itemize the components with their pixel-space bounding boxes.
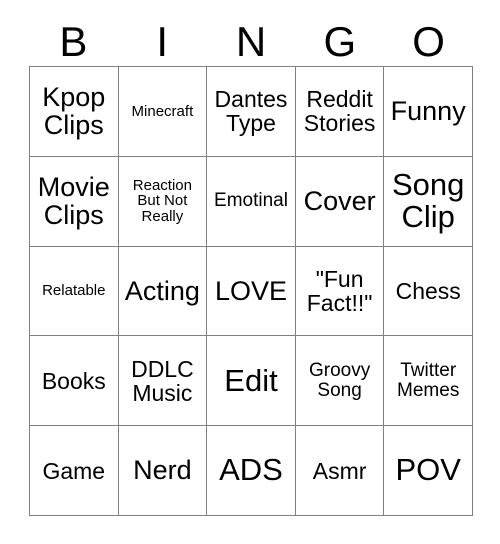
bingo-cell-label: ADS [219, 452, 283, 488]
bingo-cell-label: Groovy Song [308, 359, 371, 401]
bingo-cell-label: Edit [224, 362, 278, 398]
bingo-cell-label: Acting [124, 275, 200, 306]
bingo-cell[interactable]: Cover [295, 156, 385, 247]
bingo-cell[interactable]: DDLC Music [118, 336, 208, 427]
bingo-cell[interactable]: ADS [207, 426, 296, 516]
bingo-cell[interactable]: Twitter Memes [384, 336, 473, 427]
bingo-cell-label: Cover [303, 186, 376, 217]
bingo-cell[interactable]: Nerd [118, 426, 208, 516]
bingo-header-row: BINGO [29, 18, 473, 66]
bingo-cell-label: Reaction But Not Really [132, 176, 192, 226]
bingo-cell[interactable]: Movie Clips [30, 156, 119, 247]
bingo-cell[interactable]: Asmr [295, 426, 385, 516]
bingo-header-letter-n: N [235, 18, 267, 65]
bingo-cell-label: Relatable [42, 282, 106, 300]
bingo-cell[interactable]: Dantes Type [207, 67, 296, 157]
bingo-header-letter-i: I [156, 18, 169, 65]
bingo-cell[interactable]: LOVE [207, 246, 296, 337]
bingo-cell[interactable]: Game [30, 426, 119, 516]
bingo-cell-label: Movie Clips [37, 171, 110, 231]
bingo-cell[interactable]: "Fun Fact!!" [295, 246, 385, 337]
bingo-cell[interactable]: Books [30, 336, 119, 427]
bingo-cell-label: Dantes Type [214, 86, 288, 137]
bingo-cell-label: Nerd [133, 455, 192, 486]
bingo-cell[interactable]: Reaction But Not Really [118, 156, 208, 247]
bingo-cell[interactable]: Edit [207, 336, 296, 427]
bingo-cell[interactable]: Kpop Clips [30, 67, 119, 157]
bingo-cell[interactable]: Song Clip [384, 156, 473, 247]
bingo-cell-label: Minecraft [131, 102, 194, 120]
bingo-cell-label: Emotinal [214, 190, 288, 212]
bingo-cell-label: Reddit Stories [303, 86, 376, 137]
bingo-cell[interactable]: Minecraft [118, 67, 208, 157]
bingo-cell[interactable]: Emotinal [207, 156, 296, 247]
bingo-cell-label: Funny [390, 96, 466, 127]
bingo-cell[interactable]: Reddit Stories [295, 67, 385, 157]
bingo-cell-label: Books [41, 367, 106, 394]
bingo-cell-label: Song Clip [391, 166, 465, 235]
bingo-card: B I N G O Kpop Clips Minecraft Dantes Type Redd… [0, 0, 500, 544]
bingo-cell[interactable]: Chess [384, 246, 473, 337]
bingo-cell[interactable]: Relatable [30, 246, 119, 337]
bingo-cell-label: Chess [395, 277, 461, 304]
bingo-cell-label: "Fun Fact!!" [306, 265, 373, 316]
bingo-cell[interactable]: Funny [384, 67, 473, 157]
bingo-header-letter-b: B [59, 18, 88, 65]
bingo-cell-label: Asmr [312, 457, 367, 484]
bingo-cell[interactable]: POV [384, 426, 473, 516]
bingo-header-letter-g: G [323, 18, 357, 65]
bingo-cell-label: POV [395, 452, 461, 488]
bingo-cell[interactable]: Groovy Song [295, 336, 385, 427]
bingo-cell[interactable]: Acting [118, 246, 208, 337]
bingo-cell-label: Game [42, 457, 106, 484]
bingo-cell-label: Kpop Clips [42, 82, 106, 141]
bingo-cell-label: LOVE [214, 275, 288, 306]
bingo-header-letter-o: O [412, 18, 445, 65]
bingo-cell-label: Twitter Memes [397, 359, 460, 401]
bingo-cell-label: DDLC Music [131, 355, 194, 406]
bingo-grid: Kpop Clips Minecraft Dantes Type Reddit Sto… [29, 66, 473, 516]
